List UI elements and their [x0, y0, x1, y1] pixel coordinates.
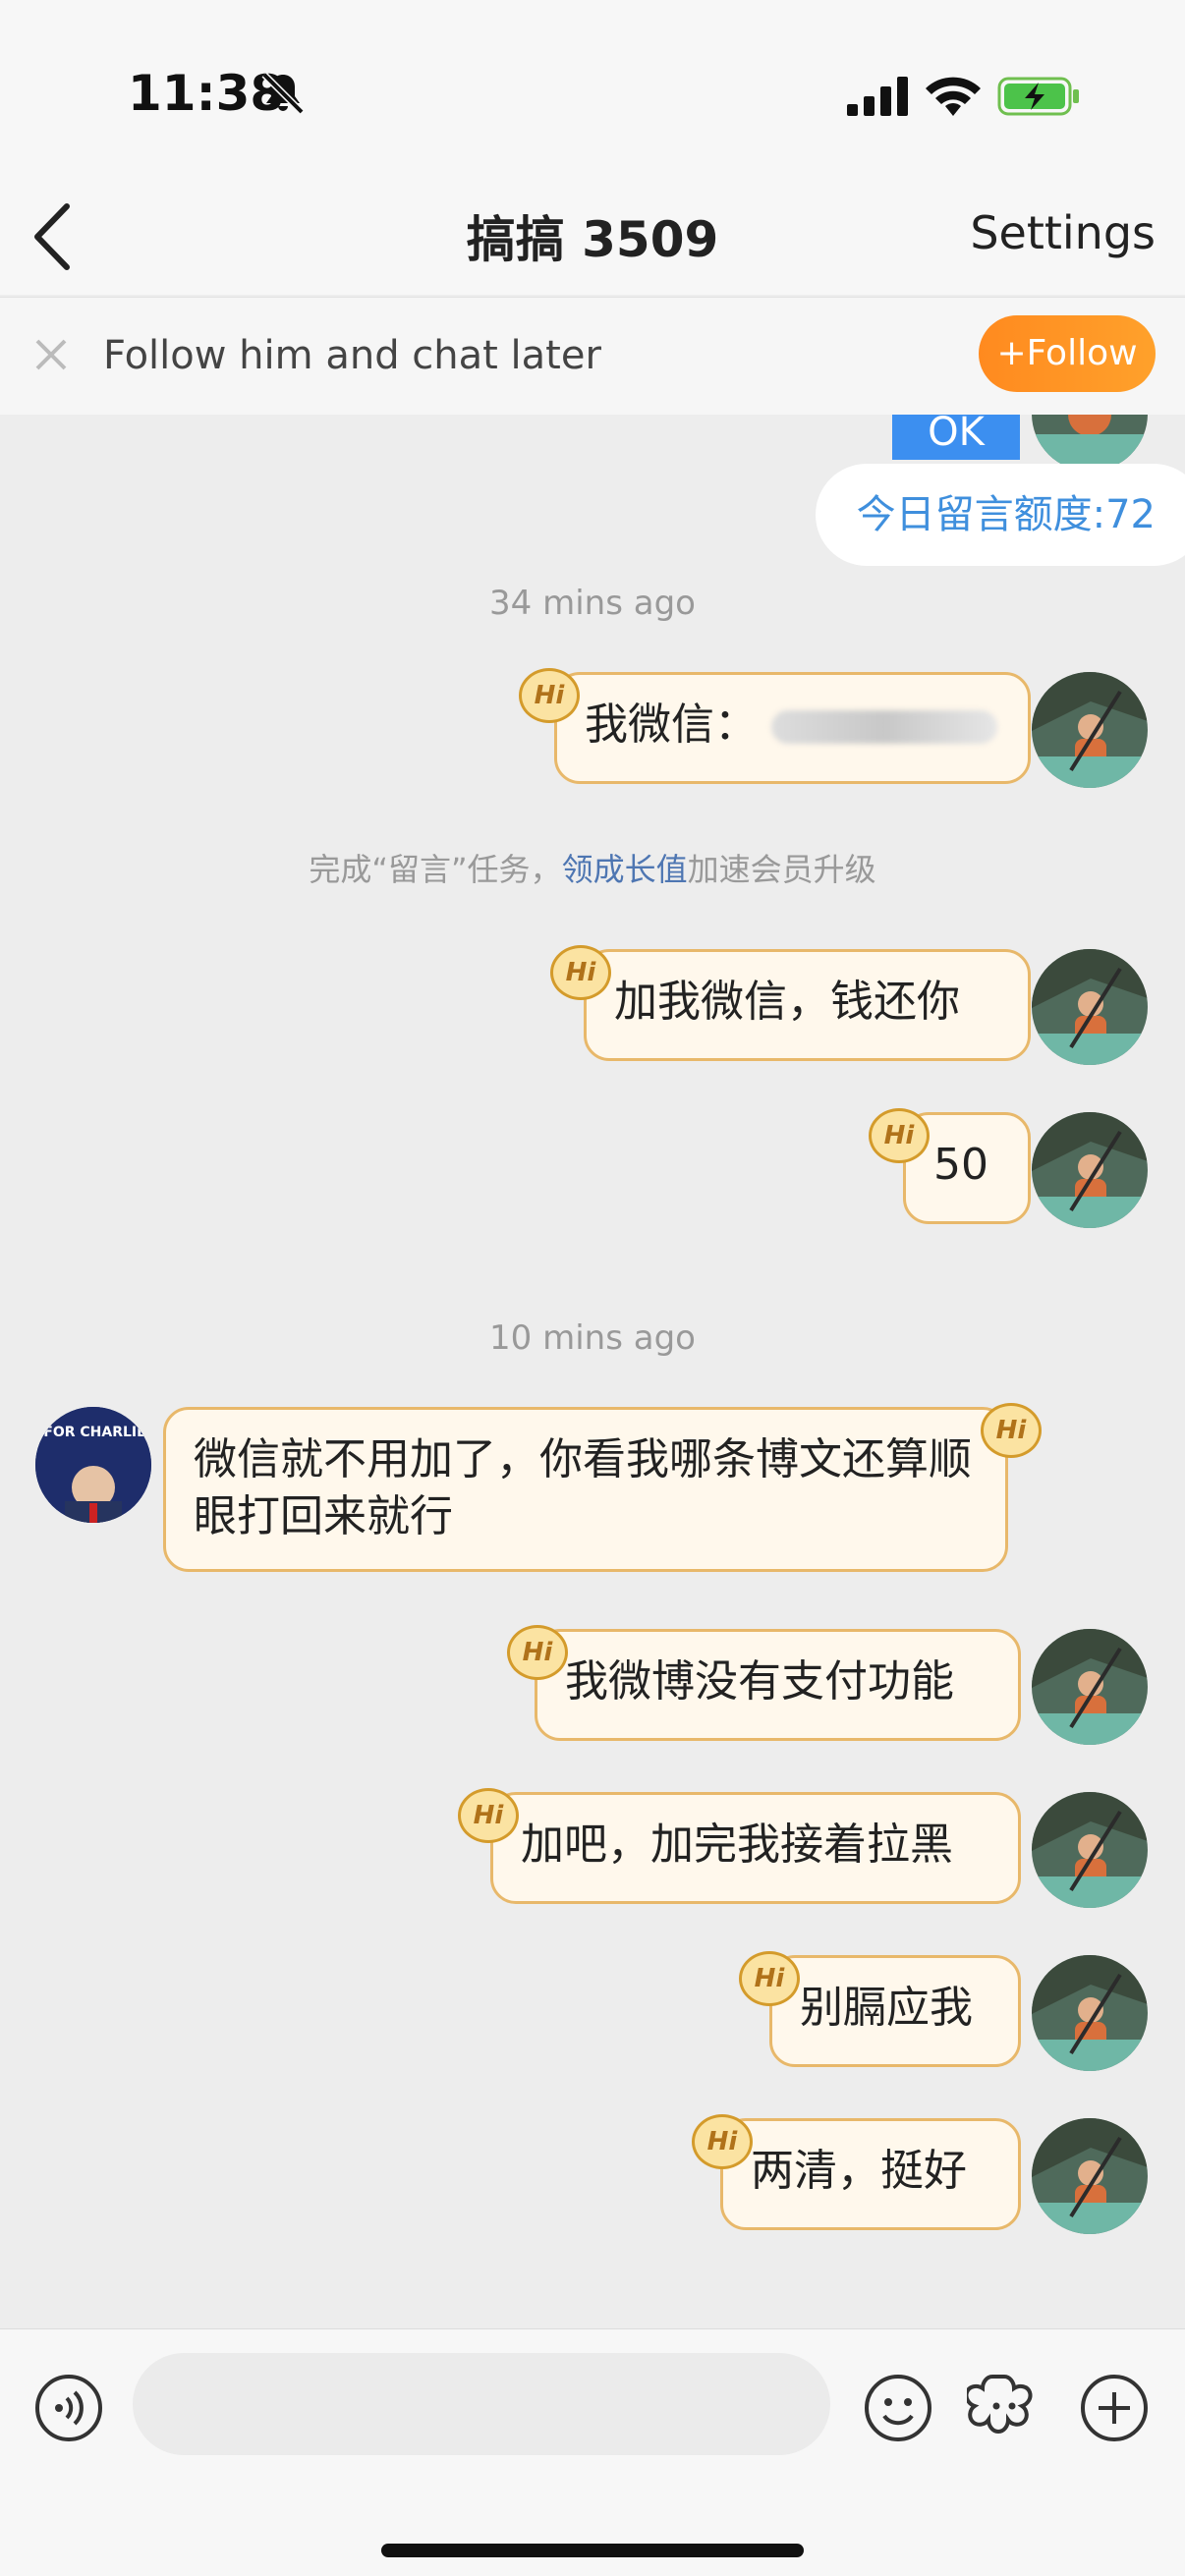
follow-button[interactable]: +Follow — [979, 315, 1156, 392]
nav-bar: 搞搞 3509 Settings — [0, 177, 1185, 295]
message-text: 加吧，加完我接着拉黑 — [521, 1820, 953, 1870]
my-avatar[interactable] — [1032, 1629, 1148, 1745]
timestamp: 34 mins ago — [489, 584, 696, 623]
emoji-icon[interactable] — [863, 2373, 933, 2443]
incoming-message[interactable]: 微信就不用加了，你看我哪条博文还算顺眼打回来就行 — [163, 1407, 1008, 1572]
hi-badge-icon: Hi — [519, 668, 580, 723]
outgoing-message[interactable]: 别膈应我 — [769, 1955, 1021, 2067]
voice-icon[interactable] — [33, 2373, 104, 2443]
message-text: 我微信： — [585, 700, 758, 750]
message-quota: 今日留言额度:72 — [815, 464, 1185, 566]
composer-bar — [0, 2328, 1185, 2576]
my-avatar[interactable] — [1032, 2118, 1148, 2234]
ok-tag: OK — [892, 415, 1020, 460]
wifi-icon — [926, 77, 981, 116]
sticker-flower-icon[interactable] — [967, 2371, 1042, 2445]
my-avatar[interactable] — [1032, 1112, 1148, 1228]
message-text: 两清，挺好 — [751, 2146, 967, 2196]
growth-value-link[interactable]: 领成长值 — [562, 851, 688, 888]
hi-badge-icon: Hi — [507, 1625, 568, 1680]
plus-icon[interactable] — [1079, 2373, 1150, 2443]
system-notice-text: 完成“留言”任务， — [309, 851, 562, 888]
message-text: 微信就不用加了，你看我哪条博文还算顺眼打回来就行 — [194, 1434, 972, 1541]
hi-badge-icon: Hi — [458, 1788, 519, 1843]
outgoing-message[interactable]: 加我微信，钱还你 — [584, 949, 1031, 1061]
system-notice: 完成“留言”任务，领成长值加速会员升级 — [0, 845, 1185, 890]
chat-area[interactable]: OK 今日留言额度:72 34 mins ago 我微信： Hi 完成“留言”任… — [0, 415, 1185, 2328]
home-indicator — [381, 2544, 804, 2557]
outgoing-message[interactable]: 我微博没有支付功能 — [535, 1629, 1021, 1741]
my-avatar[interactable] — [1032, 672, 1148, 788]
outgoing-message[interactable]: 加吧，加完我接着拉黑 — [490, 1792, 1021, 1904]
blurred-wechat-id — [771, 710, 997, 744]
timestamp: 10 mins ago — [489, 1318, 696, 1358]
bell-slash-icon — [261, 72, 305, 115]
avatar-caption: PRAY FOR CHARLIE KIRK — [35, 1425, 151, 1440]
battery-charging-icon — [997, 77, 1079, 116]
message-text: 50 — [933, 1140, 988, 1190]
my-avatar[interactable] — [1032, 1955, 1148, 2071]
follow-banner-text: Follow him and chat later — [103, 333, 601, 378]
hi-badge-icon: Hi — [869, 1108, 930, 1163]
message-text: 加我微信，钱还你 — [614, 977, 960, 1027]
hi-badge-icon: Hi — [692, 2114, 753, 2169]
hi-badge-icon: Hi — [739, 1951, 800, 2006]
message-text: 我微博没有支付功能 — [565, 1656, 954, 1707]
status-bar: 11:38 — [0, 0, 1185, 177]
outgoing-message[interactable]: 两清，挺好 — [720, 2118, 1021, 2230]
close-icon[interactable] — [31, 335, 71, 374]
message-input[interactable] — [133, 2353, 830, 2455]
message-text: 别膈应我 — [800, 1983, 973, 2033]
contact-avatar[interactable]: PRAY FOR CHARLIE KIRK — [35, 1407, 151, 1523]
my-avatar[interactable] — [1032, 949, 1148, 1065]
system-notice-text: 加速会员升级 — [687, 851, 876, 888]
follow-banner: Follow him and chat later +Follow — [0, 297, 1185, 415]
my-avatar[interactable] — [1032, 1792, 1148, 1908]
signal-icon — [847, 77, 908, 116]
hi-badge-icon: Hi — [981, 1403, 1042, 1458]
settings-button[interactable]: Settings — [970, 206, 1156, 259]
outgoing-message[interactable]: 我微信： — [554, 672, 1031, 784]
hi-badge-icon: Hi — [550, 945, 611, 1000]
